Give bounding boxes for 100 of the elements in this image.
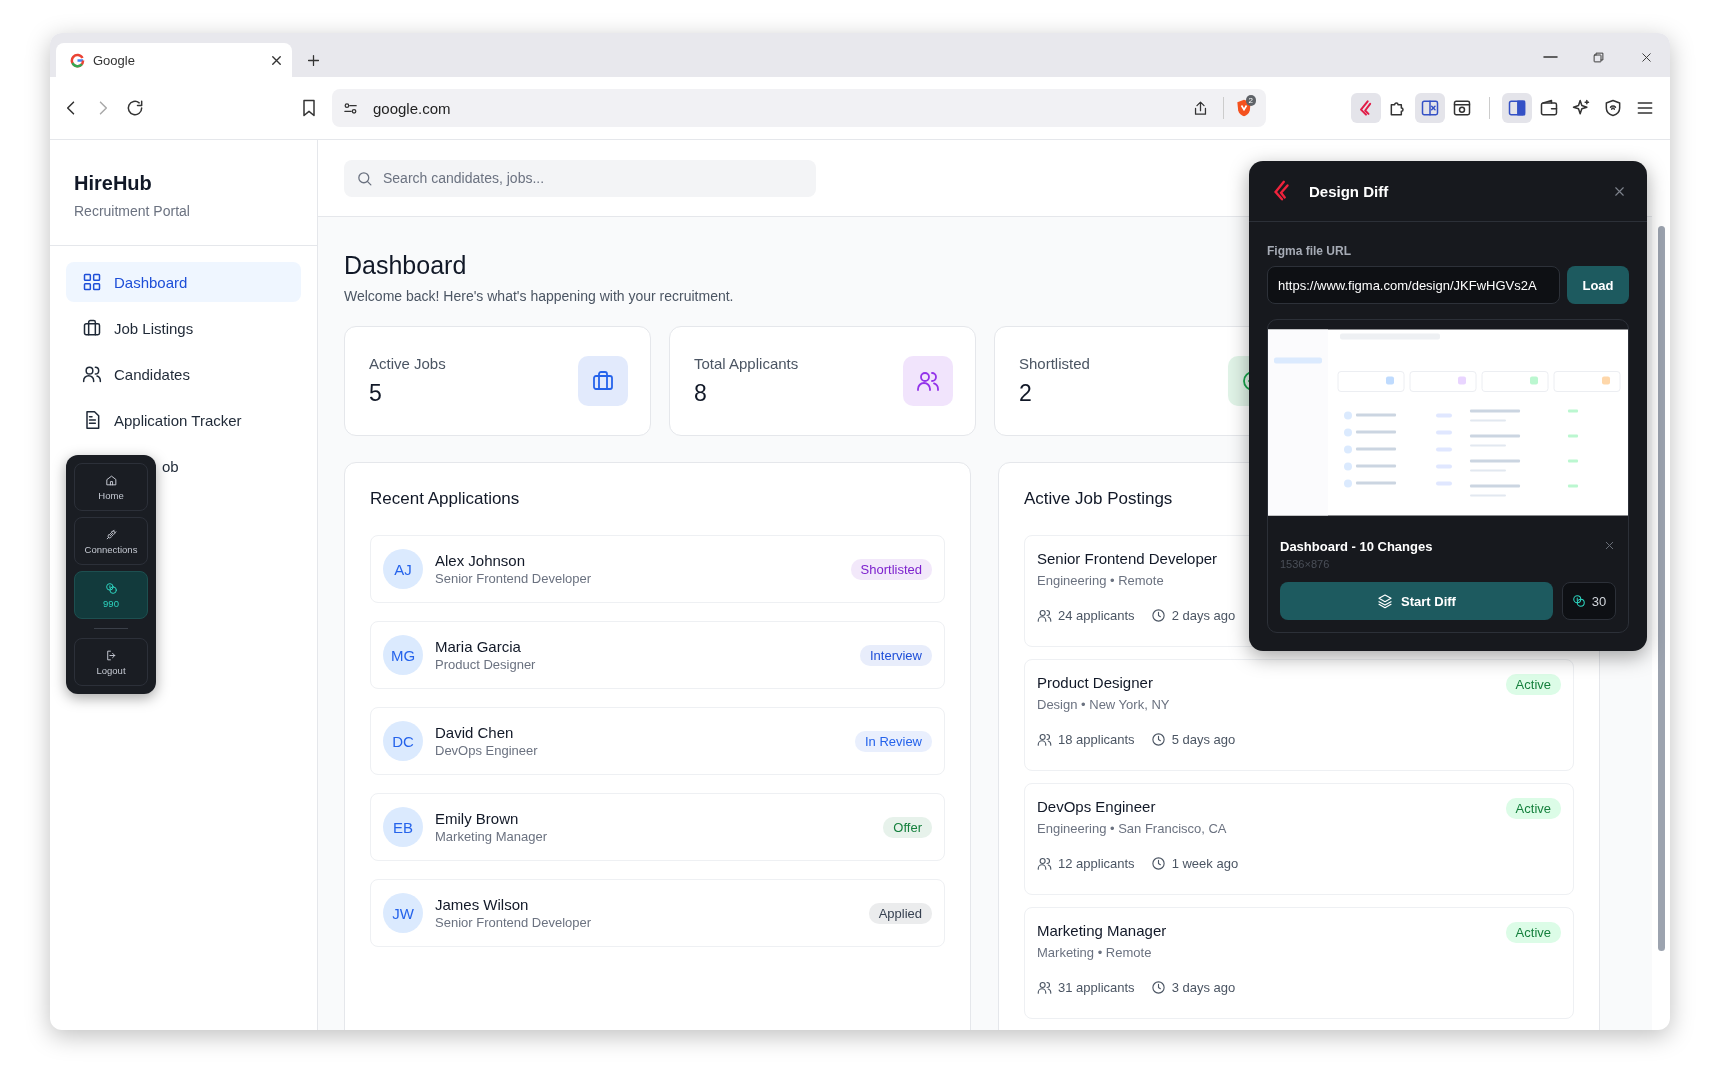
candidate-role: DevOps Engineer bbox=[435, 743, 539, 758]
search-field[interactable]: Search candidates, jobs... bbox=[344, 159, 816, 197]
extension-button[interactable] bbox=[1351, 93, 1381, 123]
candidate-name: Maria Garcia bbox=[435, 638, 522, 655]
status-label: Active bbox=[1505, 674, 1561, 695]
status-label: Shortlisted bbox=[850, 558, 932, 580]
shieldwifi-icon bbox=[1603, 98, 1623, 118]
status-label: Active bbox=[1505, 922, 1561, 943]
nav-item[interactable]: ob bbox=[158, 446, 301, 486]
layers-icon bbox=[1377, 593, 1394, 609]
clock-icon bbox=[1150, 980, 1166, 995]
candidate-name: Emily Brown bbox=[435, 810, 520, 827]
job-meta: Engineering • San Francisco, CA bbox=[1037, 821, 1227, 836]
close-icon bbox=[1603, 539, 1616, 552]
preview-title: Dashboard - 10 Changes bbox=[1280, 539, 1434, 554]
applicant-count: 24 applicants bbox=[1058, 608, 1135, 623]
coins-icon bbox=[104, 581, 118, 595]
dock-button[interactable]: Logout bbox=[74, 638, 148, 686]
avatar: JW bbox=[383, 893, 423, 933]
candidate-role: Product Designer bbox=[435, 657, 537, 672]
logout-icon bbox=[104, 648, 118, 662]
avatar: MG bbox=[383, 635, 423, 675]
count-badge: 2 bbox=[1245, 94, 1256, 106]
candidate-name: James Wilson bbox=[435, 896, 530, 913]
users-icon bbox=[1037, 732, 1052, 747]
wallet-icon bbox=[1539, 98, 1559, 118]
stat-label: Shortlisted bbox=[1019, 355, 1091, 372]
candidate-role: Marketing Manager bbox=[435, 829, 548, 844]
sidebar-icon bbox=[1507, 98, 1527, 118]
applicant-count: 12 applicants bbox=[1058, 856, 1135, 871]
url-text: google.com bbox=[373, 99, 451, 117]
address-bar[interactable]: google.com 2 bbox=[332, 89, 1266, 127]
application-row[interactable]: EB Emily Brown Marketing Manager Offer bbox=[370, 793, 945, 861]
posted-time: 5 days ago bbox=[1171, 732, 1236, 747]
nav-item[interactable]: Job Listings bbox=[66, 308, 301, 348]
avatar: AJ bbox=[383, 549, 423, 589]
status-label: Active bbox=[1505, 798, 1561, 819]
posted-time: 2 days ago bbox=[1171, 608, 1236, 623]
stat-label: Active Jobs bbox=[369, 355, 447, 372]
load-button[interactable]: Load bbox=[1567, 266, 1629, 304]
page-title: Dashboard bbox=[344, 251, 467, 280]
briefcase-icon bbox=[82, 318, 102, 338]
nav-item[interactable]: Candidates bbox=[66, 354, 301, 394]
browser-tab[interactable]: Google bbox=[56, 43, 292, 77]
candidate-name: Alex Johnson bbox=[435, 552, 527, 569]
clock-icon bbox=[1150, 732, 1166, 747]
page-subtitle: Welcome back! Here's what's happening with your recruitment. bbox=[344, 288, 734, 304]
tab-title: Google bbox=[93, 52, 136, 68]
nav-item[interactable]: Dashboard bbox=[66, 262, 301, 302]
stat-value: 8 bbox=[694, 380, 708, 407]
clock-icon bbox=[1150, 608, 1166, 623]
plug-icon bbox=[104, 527, 118, 541]
url-field[interactable]: https://www.figma.com/design/JKFwHGVs2A bbox=[1267, 266, 1560, 304]
clock-icon bbox=[1150, 856, 1166, 871]
preview-size: 1536×876 bbox=[1280, 558, 1331, 570]
field-label: Figma file URL bbox=[1267, 244, 1352, 258]
minimize-icon bbox=[1542, 56, 1558, 58]
application-row[interactable]: JW James Wilson Senior Frontend Developer Applied bbox=[370, 879, 945, 947]
dock-button[interactable]: Home bbox=[74, 463, 148, 511]
application-row[interactable]: AJ Alex Johnson Senior Frontend Developer Shortlisted bbox=[370, 535, 945, 603]
stat-value: 2 bbox=[1019, 380, 1033, 407]
job-title: Product Designer bbox=[1037, 674, 1153, 691]
candidate-role: Senior Frontend Developer bbox=[435, 915, 593, 930]
briefcase-icon bbox=[591, 369, 615, 393]
job-title: Senior Frontend Developer bbox=[1037, 550, 1218, 567]
credits-button[interactable]: 30 bbox=[1562, 582, 1616, 620]
job-meta: Design • New York, NY bbox=[1037, 697, 1170, 712]
job-posting-card[interactable]: Product Designer Design • New York, NY Active 18 applicants 5 days ago bbox=[1024, 659, 1574, 771]
section-title: Recent Applications bbox=[370, 489, 521, 509]
grid-icon bbox=[82, 272, 102, 292]
posted-time: 3 days ago bbox=[1171, 980, 1236, 995]
sidebar-button[interactable] bbox=[1502, 93, 1532, 123]
applicant-count: 18 applicants bbox=[1058, 732, 1135, 747]
job-posting-card[interactable]: DevOps Engineer Engineering • San Francisco, CA Active 12 applicants 1 week ago bbox=[1024, 783, 1574, 895]
avatar: EB bbox=[383, 807, 423, 847]
search-icon bbox=[356, 169, 373, 187]
users-icon bbox=[1037, 608, 1052, 623]
users-icon bbox=[916, 369, 940, 393]
close-button[interactable] bbox=[1603, 539, 1616, 552]
home-icon bbox=[104, 473, 118, 487]
job-posting-card[interactable]: Marketing Manager Marketing • Remote Active 31 applicants 3 days ago bbox=[1024, 907, 1574, 1019]
application-row[interactable]: DC David Chen DevOps Engineer In Review bbox=[370, 707, 945, 775]
dock-button[interactable]: Connections bbox=[74, 517, 148, 565]
split-view-button[interactable] bbox=[1415, 93, 1445, 123]
stat-value: 5 bbox=[369, 380, 383, 407]
application-row[interactable]: MG Maria Garcia Product Designer Interview bbox=[370, 621, 945, 689]
restore-icon bbox=[1590, 49, 1606, 65]
panel-title: Design Diff bbox=[1309, 182, 1389, 200]
nav-item[interactable]: Application Tracker bbox=[66, 400, 301, 440]
job-title: Marketing Manager bbox=[1037, 922, 1167, 939]
sparkle-icon bbox=[1571, 98, 1591, 118]
status-label: Offer bbox=[883, 816, 932, 838]
reload-icon bbox=[125, 98, 145, 118]
avatar: DC bbox=[383, 721, 423, 761]
users-icon bbox=[82, 364, 102, 384]
applicant-count: 31 applicants bbox=[1058, 980, 1135, 995]
start-diff-button[interactable]: Start Diff bbox=[1280, 582, 1553, 620]
stat-label: Total Applicants bbox=[694, 355, 800, 372]
dock-button[interactable]: 990 bbox=[74, 571, 148, 619]
coins-icon bbox=[1571, 594, 1586, 608]
